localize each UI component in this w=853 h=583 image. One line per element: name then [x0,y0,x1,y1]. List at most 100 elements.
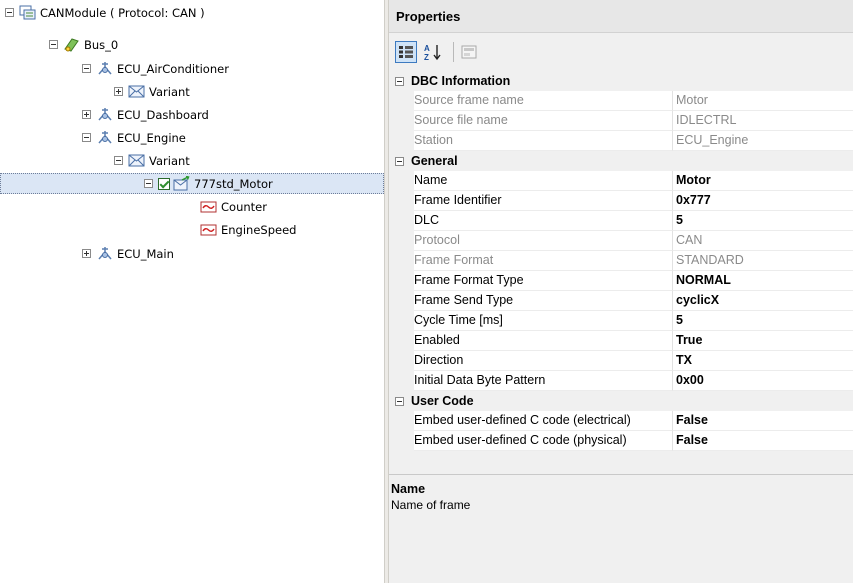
category-label: User Code [411,394,474,408]
property-row[interactable]: DLC 5 [389,211,853,231]
property-name: Enabled [414,331,672,351]
tree-node-frame-motor[interactable]: 777std_Motor [0,173,384,194]
tree-node-label: Variant [149,84,190,99]
property-name: Frame Format [414,251,672,271]
frame-send-icon [173,176,190,191]
description-title: Name [391,482,426,496]
tree-node-ecu-dashboard[interactable]: ECU_Dashboard [82,104,209,125]
toolbar-separator [453,42,454,62]
property-value[interactable]: 0x777 [672,191,853,211]
property-value: Motor [672,91,853,111]
tree-node-ecu-airconditioner[interactable]: ECU_AirConditioner [82,58,229,79]
property-row[interactable]: Name Motor [389,171,853,191]
tree-node-signal-counter[interactable]: Counter [200,196,267,217]
variant-icon [128,153,145,168]
tree-node-canmodule[interactable]: CANModule ( Protocol: CAN ) [5,2,205,23]
frame-enabled-checkbox[interactable] [158,177,170,190]
can-module-icon [19,5,36,20]
property-value[interactable]: cyclicX [672,291,853,311]
property-row[interactable]: Direction TX [389,351,853,371]
property-value[interactable]: 5 [672,311,853,331]
property-row[interactable]: Initial Data Byte Pattern 0x00 [389,371,853,391]
category-dbc-information[interactable]: DBC Information [389,71,853,91]
tree-node-label: CANModule ( Protocol: CAN ) [40,5,205,20]
expand-icon[interactable] [82,249,91,258]
property-value[interactable]: 5 [672,211,853,231]
property-value[interactable]: False [672,411,853,431]
property-grid[interactable]: DBC Information Source frame name Motor S… [389,71,853,451]
property-name: Direction [414,351,672,371]
property-value[interactable]: 0x00 [672,371,853,391]
tree-node-bus[interactable]: Bus_0 [49,34,118,55]
tree-node-signal-enginespeed[interactable]: EngineSpeed [200,219,296,240]
tree-node-label: ECU_Dashboard [117,107,209,122]
ecu-icon [96,246,113,261]
category-general[interactable]: General [389,151,853,171]
collapse-icon[interactable] [395,396,404,406]
signal-icon [200,222,217,237]
tree-node-ecu-main[interactable]: ECU_Main [82,243,174,264]
properties-title: Properties [389,0,853,33]
property-row[interactable]: Cycle Time [ms] 5 [389,311,853,331]
tree-node-ecu-engine[interactable]: ECU_Engine [82,127,186,148]
property-row[interactable]: Station ECU_Engine [389,131,853,151]
properties-toolbar: A Z [389,33,853,71]
tree-node-label: Counter [221,199,267,214]
expand-icon[interactable] [82,110,91,119]
property-value[interactable]: TX [672,351,853,371]
property-name: Source file name [414,111,672,131]
alphabetical-sort-button[interactable]: A Z [422,41,444,63]
property-row[interactable]: Embed user-defined C code (physical) Fals… [389,431,853,451]
property-name: Frame Send Type [414,291,672,311]
category-label: DBC Information [411,74,511,88]
tree-node-variant-engine[interactable]: Variant [114,150,190,171]
sort-az-icon: A Z [424,44,441,61]
signal-icon [200,199,217,214]
property-value: CAN [672,231,853,251]
collapse-icon[interactable] [49,40,58,49]
property-row[interactable]: Source frame name Motor [389,91,853,111]
categorized-view-button[interactable] [395,41,417,63]
property-pages-button[interactable] [458,41,480,63]
property-row[interactable]: Frame Send Type cyclicX [389,291,853,311]
property-name: Initial Data Byte Pattern [414,371,672,391]
ecu-icon [96,61,113,76]
property-row[interactable]: Enabled True [389,331,853,351]
property-name: Name [414,171,672,191]
collapse-icon[interactable] [395,76,404,86]
property-row[interactable]: Source file name IDLECTRL [389,111,853,131]
ecu-icon [96,107,113,122]
tree-node-label: Variant [149,153,190,168]
category-user-code[interactable]: User Code [389,391,853,411]
tree-node-variant-ac[interactable]: Variant [114,81,190,102]
ecu-icon [96,130,113,145]
property-value[interactable]: Motor [672,171,853,191]
property-name: Frame Identifier [414,191,672,211]
property-value[interactable]: NORMAL [672,271,853,291]
property-value[interactable]: False [672,431,853,451]
collapse-icon[interactable] [144,179,153,188]
collapse-icon[interactable] [114,156,123,165]
property-row[interactable]: Protocol CAN [389,231,853,251]
collapse-icon[interactable] [82,64,91,73]
property-value: STANDARD [672,251,853,271]
property-row[interactable]: Frame Format STANDARD [389,251,853,271]
collapse-icon[interactable] [5,8,14,17]
collapse-icon[interactable] [395,156,404,166]
tree-node-label: 777std_Motor [194,176,273,191]
tree-node-label: Bus_0 [84,37,119,52]
expand-icon[interactable] [114,87,123,96]
property-value: IDLECTRL [672,111,853,131]
svg-text:A: A [424,44,430,53]
collapse-icon[interactable] [82,133,91,142]
property-row[interactable]: Frame Format Type NORMAL [389,271,853,291]
property-value[interactable]: True [672,331,853,351]
property-row[interactable]: Frame Identifier 0x777 [389,191,853,211]
property-row[interactable]: Embed user-defined C code (electrical) Fa… [389,411,853,431]
property-name: DLC [414,211,672,231]
module-tree[interactable]: CANModule ( Protocol: CAN ) Bus_0 ECU_Ai… [0,0,384,583]
property-pages-icon [461,45,477,59]
property-name: Frame Format Type [414,271,672,291]
tree-node-label: EngineSpeed [221,222,297,237]
property-name: Embed user-defined C code (physical) [414,431,672,451]
